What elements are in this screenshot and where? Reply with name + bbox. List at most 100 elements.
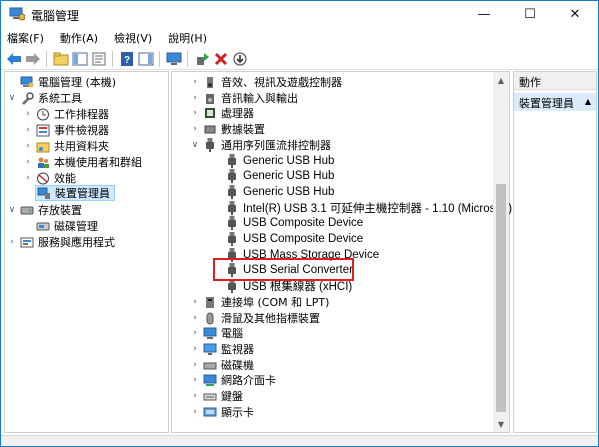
- tree-item-performance[interactable]: › 效能: [23, 170, 76, 186]
- chevron-right-icon[interactable]: ›: [190, 90, 200, 106]
- device-item[interactable]: Intel(R) USB 3.1 可延伸主機控制器 - 1.10 (Micros…: [224, 200, 512, 216]
- chevron-right-icon[interactable]: ›: [190, 357, 200, 373]
- actions-device-manager[interactable]: 裝置管理員 ▲: [514, 93, 596, 111]
- chevron-right-icon[interactable]: ›: [190, 74, 200, 90]
- tree-label: 服務與應用程式: [38, 236, 115, 249]
- device-category[interactable]: › 顯示卡: [190, 404, 254, 420]
- show-hide-tree-icon[interactable]: [71, 50, 89, 68]
- device-category[interactable]: ∨ 通用序列匯流排控制器: [190, 137, 331, 153]
- collapse-arrow-icon[interactable]: ▲: [585, 95, 591, 109]
- properties-icon[interactable]: [90, 50, 108, 68]
- chevron-right-icon[interactable]: ›: [190, 372, 200, 388]
- up-folder-icon[interactable]: [52, 50, 70, 68]
- scroll-up-arrow-icon[interactable]: ▲: [493, 72, 509, 88]
- tree-item-storage[interactable]: ∨ 存放裝置: [7, 202, 82, 218]
- chevron-right-icon[interactable]: ›: [23, 122, 33, 138]
- event-viewer-icon: [35, 123, 51, 137]
- tree-item-event-viewer[interactable]: › 事件檢視器: [23, 122, 109, 138]
- vertical-scrollbar[interactable]: ▲ ▼: [493, 72, 509, 432]
- device-category[interactable]: › 網路介面卡: [190, 372, 276, 388]
- tree-label: 工作排程器: [54, 108, 109, 121]
- device-category[interactable]: › 監視器: [190, 341, 254, 357]
- tree-item-device-manager[interactable]: 裝置管理員: [35, 185, 115, 201]
- device-category[interactable]: › 電腦: [190, 325, 243, 341]
- usb-icon: [202, 138, 218, 152]
- device-label: 通用序列匯流排控制器: [221, 139, 331, 152]
- chevron-right-icon[interactable]: ›: [190, 325, 200, 341]
- help-icon[interactable]: ?: [118, 50, 136, 68]
- tree-item-local-users-groups[interactable]: › 本機使用者和群組: [23, 154, 142, 170]
- maximize-button[interactable]: ☐: [507, 1, 553, 28]
- device-category[interactable]: › 連接埠 (COM 和 LPT): [190, 294, 329, 310]
- computer-management-app-icon: [9, 7, 26, 21]
- close-button[interactable]: ✕: [552, 1, 598, 28]
- tree-item-disk-management[interactable]: 磁碟管理: [35, 218, 98, 234]
- device-category[interactable]: › 音訊輸入與輸出: [190, 90, 298, 106]
- tree-label: 磁碟管理: [54, 220, 98, 233]
- device-label: 數據裝置: [221, 123, 265, 136]
- scroll-down-arrow-icon[interactable]: ▼: [493, 416, 509, 432]
- device-label: USB Composite Device: [243, 217, 364, 229]
- shared-folder-icon: [35, 139, 51, 153]
- chevron-right-icon[interactable]: ›: [23, 170, 33, 186]
- tools-icon: [19, 91, 35, 105]
- chevron-right-icon[interactable]: ›: [23, 154, 33, 170]
- minimize-button[interactable]: —: [461, 1, 507, 28]
- chevron-down-icon[interactable]: ∨: [190, 137, 200, 153]
- tree-item-task-scheduler[interactable]: › 工作排程器: [23, 106, 109, 122]
- tree-item-computer-management[interactable]: 電腦管理 (本機): [7, 74, 116, 90]
- chevron-down-icon[interactable]: ∨: [7, 202, 17, 218]
- tree-item-services-apps[interactable]: › 服務與應用程式: [7, 234, 115, 250]
- device-label: Generic USB Hub: [243, 186, 335, 198]
- device-label: Generic USB Hub: [243, 170, 335, 182]
- device-label: 電腦: [221, 327, 243, 340]
- services-icon: [19, 235, 35, 249]
- speaker-icon: [202, 91, 218, 105]
- monitor-icon[interactable]: [165, 50, 183, 68]
- device-tree-pane: › 音效、視訊及遊戲控制器 › 音訊輸入與輸出 › 處理器 › 數據裝置 ∨ 通用序列匯流排控制器…: [171, 71, 512, 433]
- scrollbar-thumb[interactable]: [496, 184, 506, 412]
- action-pane-icon[interactable]: [137, 50, 155, 68]
- chevron-right-icon[interactable]: ›: [190, 294, 200, 310]
- device-item[interactable]: USB Composite Device: [224, 231, 363, 247]
- chevron-right-icon[interactable]: ›: [190, 121, 200, 137]
- device-category[interactable]: › 音效、視訊及遊戲控制器: [190, 74, 342, 90]
- port-icon: [202, 295, 218, 309]
- chevron-right-icon[interactable]: ›: [190, 310, 200, 326]
- tree-item-system-tools[interactable]: ∨ 系統工具: [7, 90, 82, 106]
- device-item[interactable]: USB Composite Device: [224, 215, 363, 231]
- network-adapter-icon: [202, 373, 218, 387]
- device-label: 音效、視訊及遊戲控制器: [221, 76, 342, 89]
- back-arrow-icon[interactable]: [5, 50, 23, 68]
- chevron-right-icon[interactable]: ›: [190, 404, 200, 420]
- device-category[interactable]: › 鍵盤: [190, 388, 243, 404]
- chevron-right-icon[interactable]: ›: [190, 105, 200, 121]
- update-driver-icon[interactable]: [193, 50, 211, 68]
- device-category[interactable]: › 滑鼠及其他指標裝置: [190, 310, 320, 326]
- chevron-right-icon[interactable]: ›: [23, 138, 33, 154]
- uninstall-icon[interactable]: [212, 50, 230, 68]
- chevron-right-icon[interactable]: ›: [23, 106, 33, 122]
- chevron-right-icon[interactable]: ›: [7, 234, 17, 250]
- drive-icon: [202, 122, 218, 136]
- scan-hardware-icon[interactable]: [231, 50, 249, 68]
- device-manager-icon: [36, 186, 52, 200]
- mouse-icon: [202, 311, 218, 325]
- device-category[interactable]: › 處理器: [190, 105, 254, 121]
- device-label: 磁碟機: [221, 359, 254, 372]
- device-item[interactable]: Generic USB Hub: [224, 153, 334, 169]
- chevron-right-icon[interactable]: ›: [190, 341, 200, 357]
- usb-icon: [224, 232, 240, 246]
- device-item[interactable]: Generic USB Hub: [224, 184, 334, 200]
- device-category[interactable]: › 數據裝置: [190, 121, 265, 137]
- menu-view[interactable]: 檢視(V): [114, 30, 152, 46]
- menu-help[interactable]: 說明(H): [168, 30, 207, 46]
- chevron-down-icon[interactable]: ∨: [7, 90, 17, 106]
- tree-item-shared-folders[interactable]: › 共用資料夾: [23, 138, 109, 154]
- menu-file[interactable]: 檔案(F): [7, 30, 44, 46]
- device-category[interactable]: › 磁碟機: [190, 357, 254, 373]
- device-item[interactable]: Generic USB Hub: [224, 168, 334, 184]
- forward-arrow-icon[interactable]: [24, 50, 42, 68]
- chevron-right-icon[interactable]: ›: [190, 388, 200, 404]
- menu-action[interactable]: 動作(A): [60, 30, 98, 46]
